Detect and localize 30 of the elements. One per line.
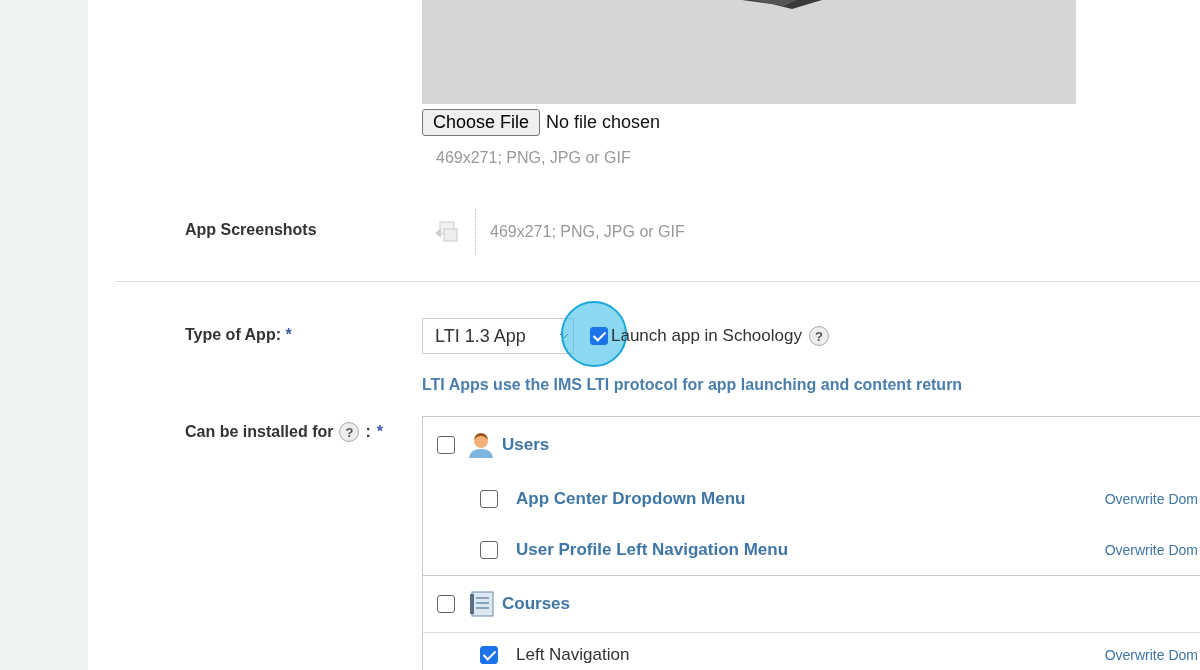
app-type-dropdown[interactable]: LTI 1.3 App — [422, 318, 574, 354]
protocol-note: LTI Apps use the IMS LTI protocol for app launching and content return — [422, 376, 963, 394]
caret-icon — [559, 333, 569, 339]
upload-hint: 469x271; PNG, JPG or GIF — [436, 149, 631, 167]
field-label: Type of App: * — [184, 325, 293, 345]
help-icon[interactable]: ? — [339, 422, 360, 442]
group-checkbox[interactable] — [437, 436, 455, 454]
launch-checkbox[interactable] — [590, 327, 608, 345]
item-link[interactable]: User Profile Left Navigation Menu — [516, 539, 789, 560]
file-status: No file chosen — [546, 112, 661, 133]
notebook-icon — [467, 590, 495, 618]
user-icon — [467, 431, 495, 459]
overwrite-link[interactable]: Overwrite Dom — [1104, 490, 1200, 507]
required-mark: * — [376, 423, 384, 441]
overwrite-link[interactable]: Overwrite Dom — [1104, 647, 1200, 663]
choose-file-button[interactable]: Choose File — [422, 109, 541, 136]
item-checkbox[interactable] — [480, 540, 498, 559]
group-checkbox[interactable] — [437, 595, 455, 613]
group-title[interactable]: Users — [502, 435, 550, 455]
upload-hint: 469x271; PNG, JPG or GIF — [490, 223, 685, 241]
item-checkbox[interactable] — [480, 489, 498, 508]
item-link[interactable]: App Center Dropdown Menu — [516, 488, 746, 509]
group-title[interactable]: Courses — [502, 594, 571, 614]
field-label: App Screenshots — [184, 220, 318, 240]
item-label: Left Navigation — [516, 645, 630, 665]
field-label: Can be installed for — [185, 423, 334, 441]
help-icon[interactable]: ? — [808, 326, 829, 346]
overwrite-link[interactable]: Overwrite Dom — [1104, 541, 1200, 558]
label-colon: : — [365, 423, 371, 441]
item-checkbox[interactable] — [480, 646, 498, 664]
